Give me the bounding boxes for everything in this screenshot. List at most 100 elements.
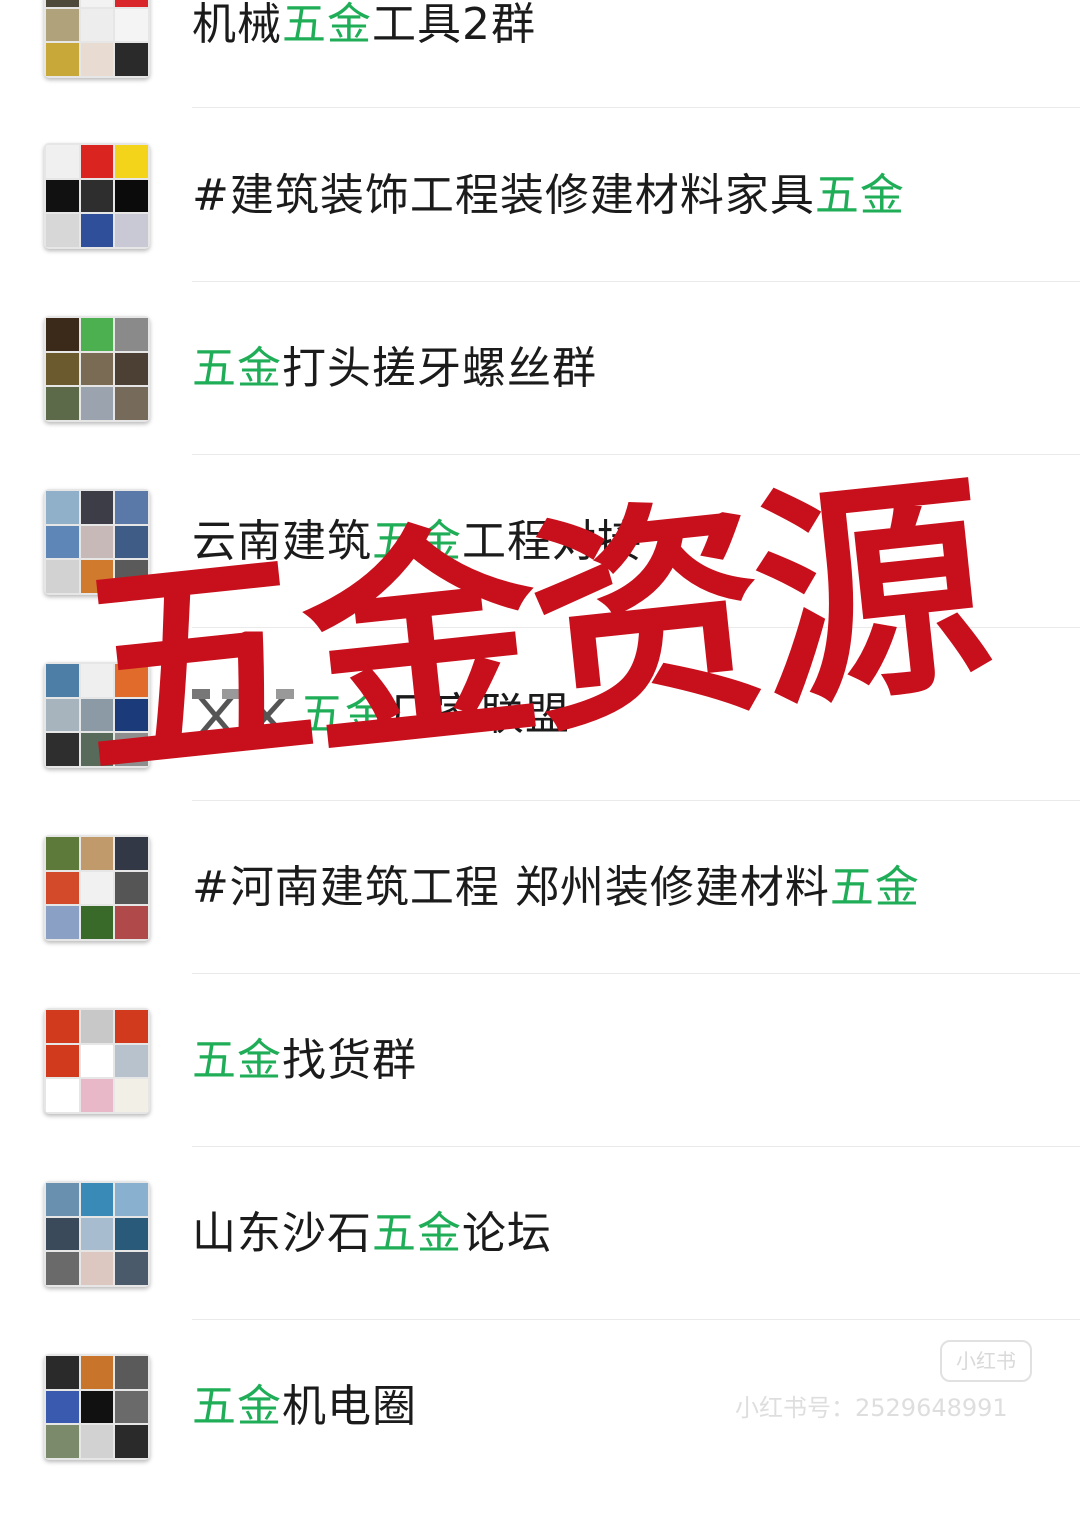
group-name-highlight: 五金 xyxy=(829,862,920,913)
avatar-tile xyxy=(46,1010,79,1043)
group-avatar[interactable] xyxy=(44,0,150,78)
avatar-tile xyxy=(80,1010,114,1043)
avatar-tile xyxy=(80,1044,114,1078)
avatar-tile xyxy=(80,214,114,247)
avatar-tile xyxy=(46,906,79,939)
group-row[interactable]: 云南建筑五金工程对接 xyxy=(0,489,1080,662)
group-avatar[interactable] xyxy=(44,1181,150,1287)
avatar-tile xyxy=(115,491,148,524)
avatar-tile xyxy=(115,837,148,870)
group-avatar[interactable] xyxy=(44,316,150,422)
group-name: 五金厂家联盟 xyxy=(192,662,570,768)
avatar-tile xyxy=(46,491,79,524)
group-avatar[interactable] xyxy=(44,662,150,768)
avatar-tile xyxy=(46,871,79,905)
avatar-tile xyxy=(115,1217,148,1251)
divider xyxy=(192,107,1080,108)
avatar-tile xyxy=(46,525,79,559)
divider xyxy=(192,1146,1080,1147)
group-name-prefix: 云南建筑 xyxy=(192,516,372,567)
avatar-tile xyxy=(46,698,79,732)
avatar-tile xyxy=(80,318,114,351)
avatar-tile xyxy=(115,871,148,905)
group-name: 山东沙石五金论坛 xyxy=(192,1181,552,1287)
group-name: 机械五金工具2群 xyxy=(192,0,536,78)
avatar-tile xyxy=(115,1390,148,1424)
group-row[interactable]: 五金找货群 xyxy=(0,1008,1080,1181)
avatar-tile xyxy=(115,1356,148,1389)
group-name-suffix: 打头搓牙螺丝群 xyxy=(282,343,597,394)
avatar-tile xyxy=(46,560,79,593)
avatar-tile xyxy=(46,179,79,213)
group-name: 五金机电圈 xyxy=(192,1354,417,1460)
hammer-wrench-icon xyxy=(192,689,294,738)
avatar-tile xyxy=(115,179,148,213)
avatar-tile xyxy=(80,8,114,42)
avatar-tile xyxy=(46,1252,79,1285)
group-avatar[interactable] xyxy=(44,489,150,595)
group-avatar[interactable] xyxy=(44,1008,150,1114)
avatar-tile xyxy=(80,491,114,524)
group-name-suffix: 论坛 xyxy=(462,1208,552,1259)
avatar-tile xyxy=(80,179,114,213)
avatar-tile xyxy=(80,1183,114,1216)
avatar-tile xyxy=(115,1044,148,1078)
avatar-tile xyxy=(80,1425,114,1458)
avatar-tile xyxy=(80,698,114,732)
avatar-tile xyxy=(115,664,148,697)
group-name-suffix: 工具2群 xyxy=(372,0,536,50)
group-row[interactable]: #河南建筑工程 郑州装修建材料五金 xyxy=(0,835,1080,1008)
group-row[interactable]: 五金厂家联盟 xyxy=(0,662,1080,835)
avatar-tile xyxy=(46,8,79,42)
group-avatar[interactable] xyxy=(44,835,150,941)
avatar-tile xyxy=(46,214,79,247)
avatar-tile xyxy=(115,733,148,766)
group-name-prefix: #河南建筑工程 郑州装修建材料 xyxy=(192,862,830,913)
avatar-tile xyxy=(46,1079,79,1112)
avatar-tile xyxy=(80,0,114,7)
group-name-highlight: 五金 xyxy=(282,0,372,50)
avatar-tile xyxy=(115,1183,148,1216)
group-row[interactable]: 五金机电圈 xyxy=(0,1354,1080,1527)
avatar-tile xyxy=(80,871,114,905)
avatar-tile xyxy=(115,906,148,939)
divider xyxy=(192,281,1080,282)
avatar-tile xyxy=(46,145,79,178)
divider xyxy=(192,800,1080,801)
avatar-tile xyxy=(115,0,148,7)
avatar-tile xyxy=(115,43,148,76)
divider xyxy=(192,627,1080,628)
group-avatar[interactable] xyxy=(44,143,150,249)
group-name-suffix: 工程对接 xyxy=(462,516,642,567)
avatar-tile xyxy=(80,1217,114,1251)
avatar-tile xyxy=(115,387,148,420)
avatar-tile xyxy=(80,664,114,697)
group-name-highlight: 五金 xyxy=(300,689,390,740)
group-row[interactable]: 五金打头搓牙螺丝群 xyxy=(0,316,1080,489)
avatar-tile xyxy=(46,1425,79,1458)
avatar-tile xyxy=(80,906,114,939)
avatar-tile xyxy=(115,525,148,559)
avatar-tile xyxy=(115,145,148,178)
avatar-tile xyxy=(80,145,114,178)
group-row[interactable]: 山东沙石五金论坛 xyxy=(0,1181,1080,1354)
group-name-highlight: 五金 xyxy=(372,1208,462,1259)
group-name-prefix: 机械 xyxy=(192,0,282,50)
avatar-tile xyxy=(80,1252,114,1285)
group-avatar[interactable] xyxy=(44,1354,150,1460)
group-row[interactable]: #建筑装饰工程装修建材料家具五金 xyxy=(0,143,1080,316)
avatar-tile xyxy=(80,352,114,386)
group-name-highlight: 五金 xyxy=(372,516,462,567)
divider xyxy=(192,454,1080,455)
avatar-tile xyxy=(80,733,114,766)
avatar-tile xyxy=(46,318,79,351)
avatar-tile xyxy=(46,1390,79,1424)
avatar-tile xyxy=(115,8,148,42)
group-name-highlight: 五金 xyxy=(192,1035,282,1086)
group-list: 机械五金工具2群 #建筑装饰工程装修建材料家具五金 五金打头搓牙螺丝群 云南建筑… xyxy=(0,0,1080,1460)
group-name-suffix: 机电圈 xyxy=(282,1381,417,1432)
divider xyxy=(192,973,1080,974)
avatar-tile xyxy=(80,1079,114,1112)
avatar-tile xyxy=(46,1356,79,1389)
group-row[interactable]: 机械五金工具2群 xyxy=(0,0,1080,145)
